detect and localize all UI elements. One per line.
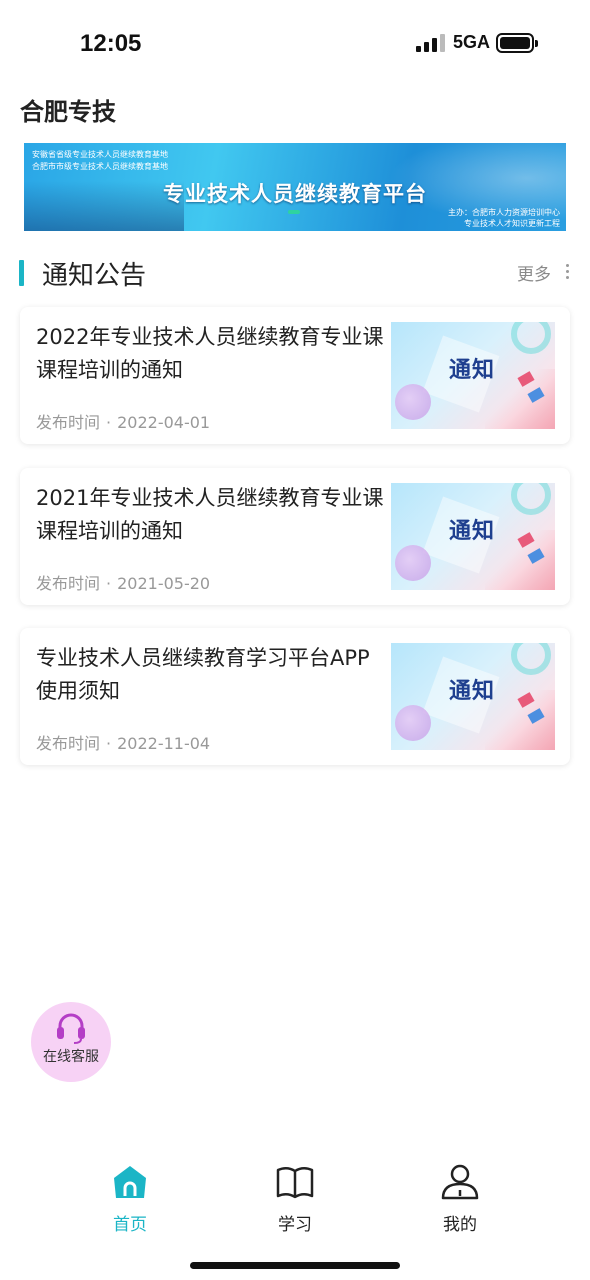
thumbnail-text: 通知 [449,358,496,383]
more-dots-icon[interactable] [566,262,570,280]
book-icon [276,1167,314,1199]
notice-meta: 发布时间 · 2022-04-01 [36,409,210,433]
notice-meta: 发布时间 · 2021-05-20 [36,570,210,594]
headset-icon [57,1013,85,1044]
meta-separator: · [106,734,112,753]
page-title: 合肥专技 [20,98,116,126]
notice-date: 2022-04-01 [117,413,211,432]
tab-study-label: 学习 [278,1215,312,1235]
meta-separator: · [106,574,112,593]
home-icon [114,1166,146,1198]
notice-meta-label: 发布时间 [36,734,101,753]
tab-study[interactable]: 学习 [245,1160,345,1235]
notice-meta: 发布时间 · 2022-11-04 [36,730,210,754]
status-bar: 12:05 5GA [0,0,590,88]
battery-icon [496,33,538,53]
section-accent-bar [19,260,24,286]
notice-card[interactable]: 专业技术人员继续教育学习平台APP使用须知 发布时间 · 2022-11-04 通知 [20,628,570,765]
online-service-label: 在线客服 [43,1049,99,1065]
banner-host-1: 主办：合肥市人力资源培训中心 [448,208,560,217]
banner-page-indicator [288,210,300,214]
notice-date: 2021-05-20 [117,574,211,593]
meta-separator: · [106,413,112,432]
tab-home[interactable]: 首页 [80,1160,180,1235]
thumbnail-text: 通知 [449,519,496,544]
status-time: 12:05 [80,30,142,57]
cellular-signal-icon [416,34,446,52]
notice-title: 2021年专业技术人员继续教育专业课课程培训的通知 [36,486,384,543]
notice-thumbnail: 通知 [391,322,555,429]
thumbnail-text: 通知 [449,679,496,704]
notice-thumbnail: 通知 [391,643,555,750]
notice-meta-label: 发布时间 [36,413,101,432]
tab-home-label: 首页 [113,1215,147,1235]
tab-mine-label: 我的 [443,1215,477,1235]
notice-meta-label: 发布时间 [36,574,101,593]
online-service-button[interactable]: 在线客服 [31,1002,111,1082]
more-link[interactable]: 更多 [517,260,551,285]
section-title: 通知公告 [42,261,147,291]
notice-thumbnail: 通知 [391,483,555,590]
notice-card[interactable]: 2021年专业技术人员继续教育专业课课程培训的通知 发布时间 · 2021-05-2… [20,468,570,605]
banner-subtitle-2: 合肥市市级专业技术人员继续教育基地 [32,162,168,171]
user-icon [441,1164,479,1200]
network-type: 5GA [453,32,491,52]
banner[interactable]: 安徽省省级专业技术人员继续教育基地 合肥市市级专业技术人员继续教育基地 专业技术… [24,143,566,231]
tab-mine[interactable]: 我的 [410,1160,510,1235]
banner-subtitle-1: 安徽省省级专业技术人员继续教育基地 [32,150,168,159]
notice-title: 2022年专业技术人员继续教育专业课课程培训的通知 [36,325,384,382]
notice-title: 专业技术人员继续教育学习平台APP使用须知 [36,646,370,703]
banner-host-2: 专业技术人才知识更新工程 [464,219,560,228]
tab-bar: 首页 学习 我的 [0,1150,590,1250]
home-indicator[interactable] [190,1262,400,1269]
banner-title: 专业技术人员继续教育平台 [163,182,427,206]
notice-date: 2022-11-04 [117,734,211,753]
notice-card[interactable]: 2022年专业技术人员继续教育专业课课程培训的通知 发布时间 · 2022-04-0… [20,307,570,444]
